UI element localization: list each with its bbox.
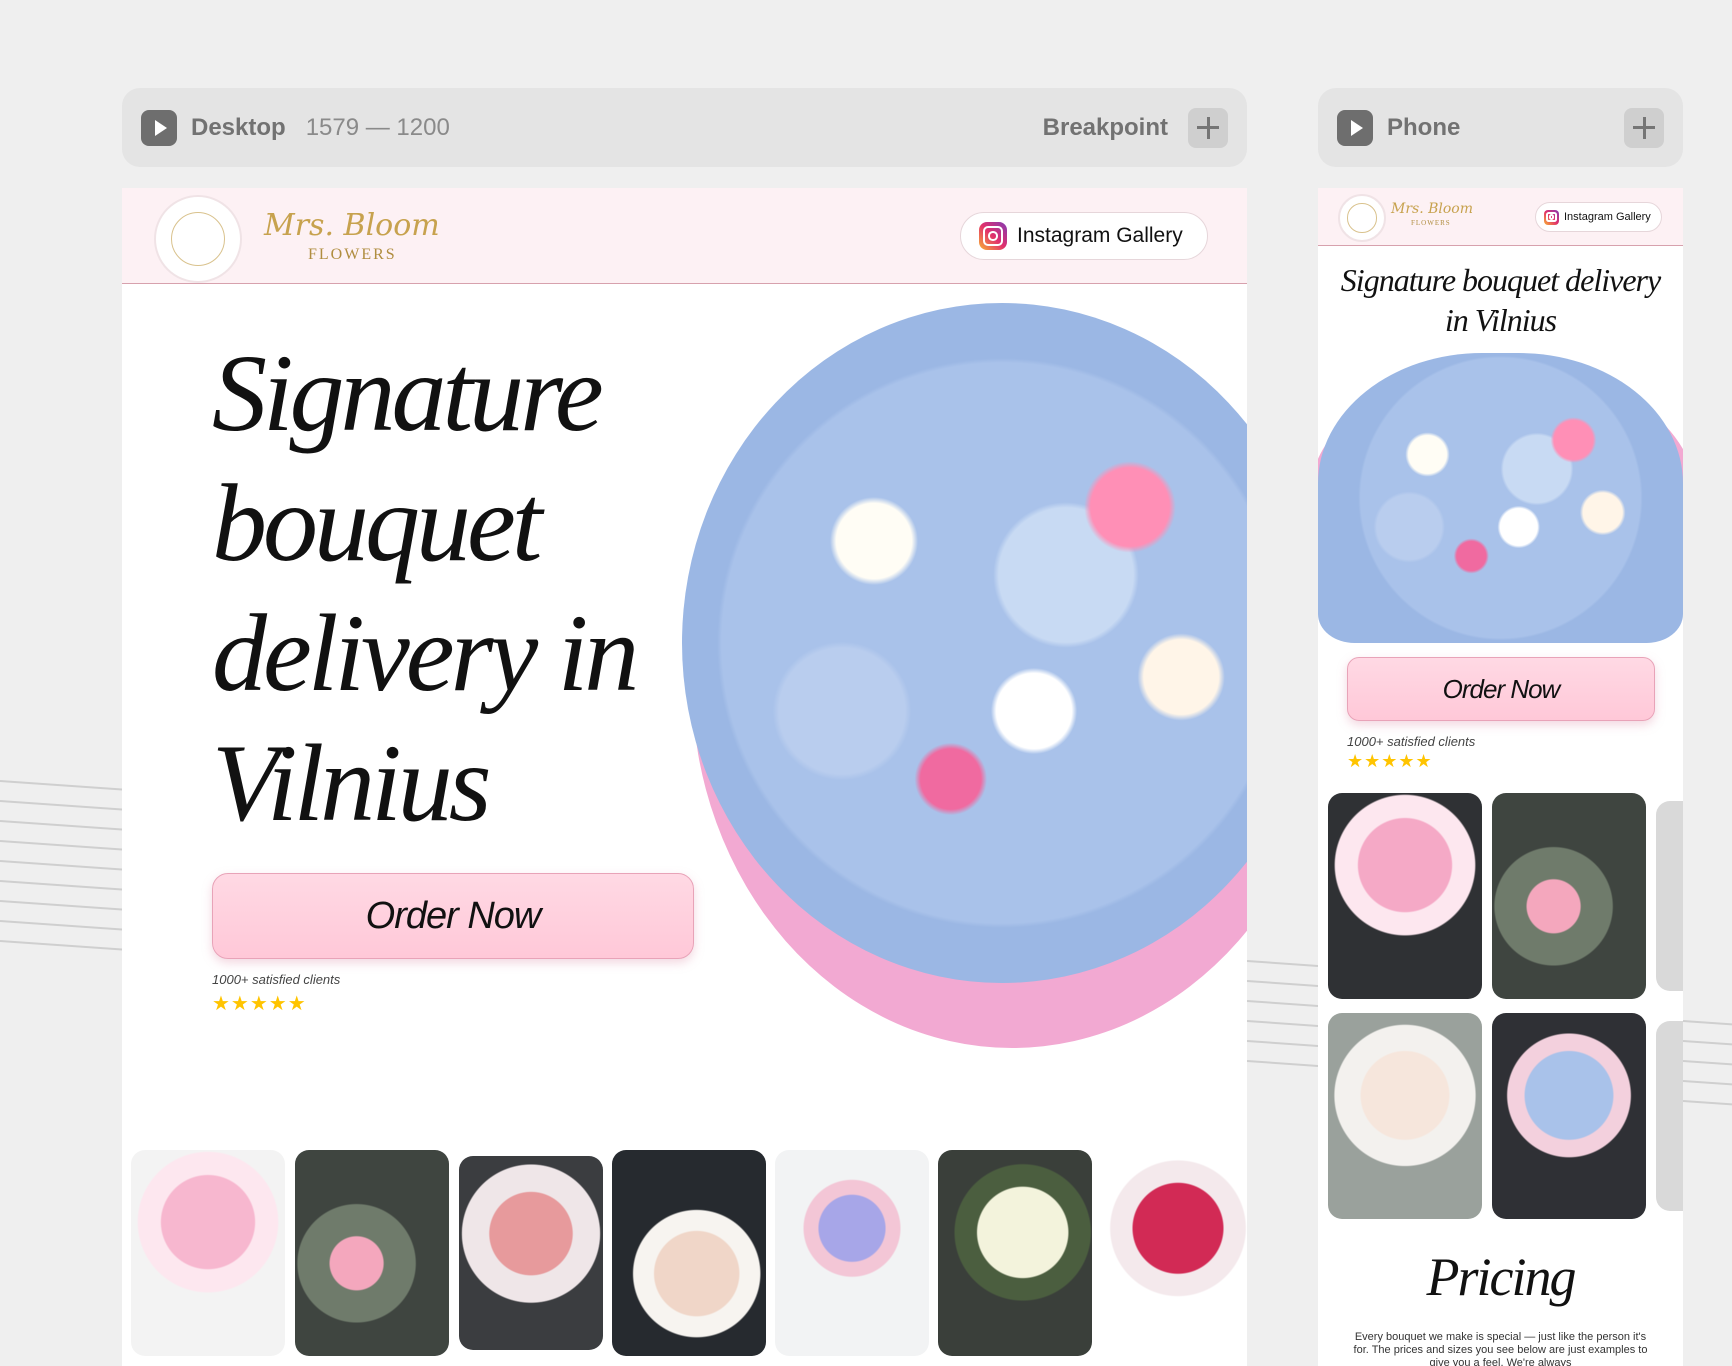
satisfied-clients-text: 1000+ satisfied clients bbox=[212, 972, 341, 987]
desktop-breakpoint-size: 1579 — 1200 bbox=[305, 113, 450, 141]
gallery-thumbnail[interactable] bbox=[459, 1156, 603, 1350]
breakpoint-label[interactable]: Breakpoint bbox=[1043, 114, 1168, 142]
instagram-gallery-button[interactable]: Instagram Gallery bbox=[960, 212, 1208, 260]
phone-hero-title-line: Signature bouquet delivery bbox=[1340, 262, 1661, 298]
phone-hero-title: Signature bouquet delivery in Vilnius bbox=[1318, 260, 1683, 340]
phone-breakpoint-label: Phone bbox=[1387, 113, 1461, 141]
desktop-breakpoint-bar: Desktop 1579 — 1200 Breakpoint bbox=[122, 88, 1247, 167]
phone-breakpoint-bar: Phone bbox=[1318, 88, 1683, 167]
gallery-thumbnail[interactable] bbox=[1101, 1150, 1247, 1356]
phone-hero-title-line: in Vilnius bbox=[1444, 302, 1557, 338]
background-stripes-left bbox=[0, 760, 122, 1000]
add-phone-breakpoint-button[interactable] bbox=[1624, 107, 1664, 148]
play-preview-phone-icon[interactable] bbox=[1337, 109, 1373, 146]
gallery-thumbnail[interactable] bbox=[295, 1150, 449, 1356]
phone-satisfied-clients-text: 1000+ satisfied clients bbox=[1347, 734, 1476, 749]
phone-instagram-gallery-button[interactable]: Instagram Gallery bbox=[1535, 202, 1662, 232]
hero-title-line: Signature bbox=[212, 332, 604, 454]
gallery-thumbnail[interactable] bbox=[612, 1150, 766, 1356]
add-breakpoint-button[interactable] bbox=[1188, 107, 1228, 148]
brand-name: Mrs. Bloom bbox=[264, 208, 440, 243]
phone-brand-logo[interactable] bbox=[1338, 194, 1386, 242]
hero-title: Signature bouquet delivery in Vilnius bbox=[212, 328, 639, 848]
phone-instagram-gallery-label: Instagram Gallery bbox=[1564, 211, 1651, 223]
phone-gallery-thumbnail[interactable] bbox=[1492, 793, 1646, 999]
desktop-breakpoint-label: Desktop bbox=[191, 113, 286, 141]
phone-frame: Mrs. Bloom FLOWERS Instagram Gallery Sig… bbox=[1318, 188, 1683, 1366]
phone-site-header: Mrs. Bloom FLOWERS Instagram Gallery bbox=[1318, 188, 1683, 246]
hero-title-line: Vilnius bbox=[212, 722, 492, 844]
phone-gallery-thumbnail[interactable] bbox=[1492, 1013, 1646, 1219]
phone-brand-name: Mrs. Bloom bbox=[1391, 201, 1474, 217]
gallery-thumbnail[interactable] bbox=[938, 1150, 1092, 1356]
brand-logo[interactable] bbox=[154, 195, 242, 283]
order-now-button[interactable]: Order Now bbox=[212, 873, 694, 959]
phone-order-now-button[interactable]: Order Now bbox=[1347, 657, 1655, 721]
phone-instagram-icon bbox=[1544, 209, 1559, 225]
phone-gallery-thumbnail[interactable] bbox=[1656, 801, 1683, 991]
play-preview-desktop-icon[interactable] bbox=[141, 109, 177, 146]
hero-title-line: bouquet bbox=[212, 462, 542, 584]
gallery-thumbnail[interactable] bbox=[131, 1150, 285, 1356]
hero-title-line: delivery in bbox=[212, 592, 639, 714]
phone-gallery-thumbnail[interactable] bbox=[1656, 1021, 1683, 1211]
instagram-icon bbox=[979, 222, 1007, 250]
desktop-frame: Mrs. Bloom FLOWERS Instagram Gallery Sig… bbox=[122, 188, 1247, 1366]
phone-brand-subtitle: FLOWERS bbox=[1411, 219, 1451, 227]
site-header: Mrs. Bloom FLOWERS Instagram Gallery bbox=[122, 188, 1247, 284]
pricing-description: Every bouquet we make is special — just … bbox=[1353, 1331, 1648, 1366]
background-stripes-middle bbox=[1247, 950, 1318, 1090]
rating-stars: ★★★★★ bbox=[212, 993, 307, 1015]
pricing-title: Pricing bbox=[1426, 1247, 1577, 1307]
phone-gallery-thumbnail[interactable] bbox=[1328, 793, 1482, 999]
instagram-gallery-label: Instagram Gallery bbox=[1017, 224, 1183, 247]
phone-hero-bouquet-image bbox=[1318, 353, 1683, 643]
phone-gallery-thumbnail[interactable] bbox=[1328, 1013, 1482, 1219]
background-stripes-right bbox=[1683, 1010, 1732, 1130]
phone-rating-stars: ★★★★★ bbox=[1347, 751, 1433, 771]
brand-subtitle: FLOWERS bbox=[308, 246, 397, 263]
gallery-thumbnail[interactable] bbox=[775, 1150, 929, 1356]
